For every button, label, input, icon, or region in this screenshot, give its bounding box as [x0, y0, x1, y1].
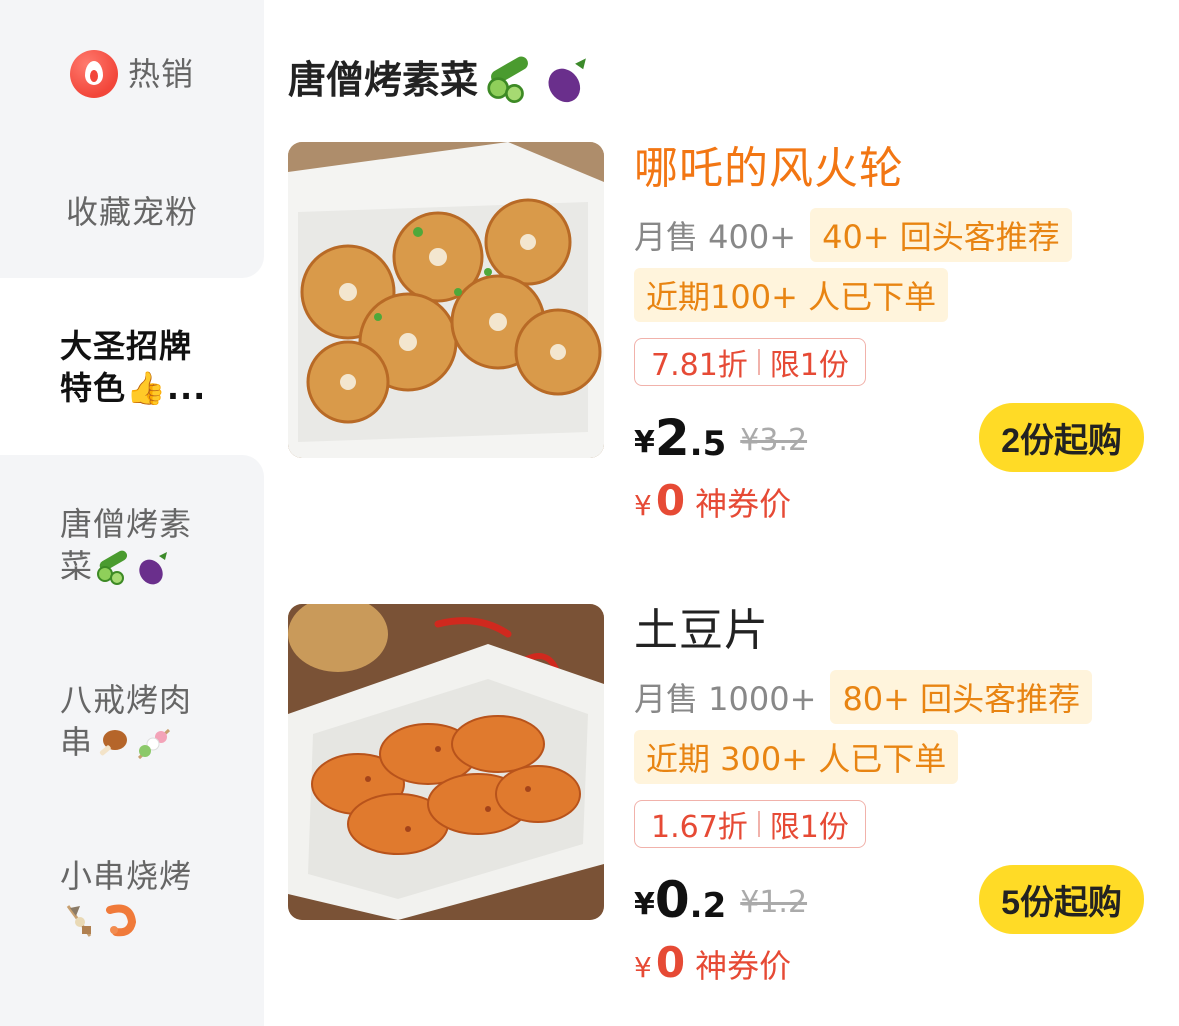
- sidebar-item-meat-skewers[interactable]: 八戒烤肉串: [0, 676, 264, 766]
- sidebar-item-small-skewers[interactable]: 小串烧烤: [0, 852, 264, 942]
- recent-orders-tag: 近期100+ 人已下单: [634, 268, 949, 322]
- eggplant-icon: [548, 58, 586, 103]
- sidebar-item-label: 唐僧烤素菜: [60, 503, 210, 587]
- product-photo: [288, 142, 604, 458]
- repeat-customer-tag: 40+ 回头客推荐: [810, 208, 1072, 262]
- coupon-currency: ¥: [634, 489, 652, 522]
- min-purchase-button[interactable]: 2份起购: [979, 403, 1144, 472]
- original-price: ¥1.2: [740, 885, 808, 920]
- product-image-potato-slices[interactable]: [288, 604, 604, 920]
- price-decimal: .5: [689, 424, 727, 464]
- coupon-price: ¥ 0 神券价: [634, 938, 1144, 987]
- price-decimal: .2: [689, 886, 727, 926]
- price-integer: 0: [654, 871, 690, 929]
- price-row: ¥ 0 .2 ¥1.2 5份起购: [634, 865, 1144, 934]
- min-purchase-button[interactable]: 5份起购: [979, 865, 1144, 934]
- sales-row: 月售 400+ 40+ 回头客推荐: [634, 208, 1144, 262]
- category-sidebar: 热销 收藏宠粉 大圣招牌特色👍... 唐僧烤素菜 八戒烤肉串 小串烧烤: [0, 0, 264, 1026]
- dango-icon: [137, 728, 171, 760]
- recent-orders-row: 近期 300+ 人已下单: [634, 730, 1144, 784]
- product-name[interactable]: 土豆片: [634, 604, 1144, 658]
- currency-symbol: ¥: [634, 425, 655, 460]
- flame-icon: [69, 50, 118, 98]
- currency-symbol: ¥: [634, 887, 655, 922]
- sidebar-item-label: 大圣招牌特色👍...: [60, 327, 207, 407]
- discount-divider: [757, 811, 760, 837]
- discount-rate: 1.67折: [651, 810, 748, 845]
- sidebar-item-favorites[interactable]: 收藏宠粉: [0, 180, 264, 244]
- sidebar-item-label: 收藏宠粉: [65, 193, 198, 231]
- sidebar-item-veggies[interactable]: 唐僧烤素菜: [0, 500, 264, 590]
- coupon-value: 0: [655, 938, 686, 987]
- coupon-label: 神券价: [695, 485, 792, 523]
- product-photo: [288, 604, 604, 920]
- section-title-text: 唐僧烤素菜: [288, 58, 479, 102]
- purchase-limit: 限1份: [769, 348, 849, 383]
- sales-row: 月售 1000+ 80+ 回头客推荐: [634, 670, 1144, 724]
- original-price: ¥3.2: [740, 423, 808, 458]
- coupon-price: ¥ 0 神券价: [634, 476, 1144, 525]
- coupon-currency: ¥: [634, 951, 652, 984]
- recent-orders-row: 近期100+ 人已下单: [634, 268, 1144, 322]
- oden-icon: [66, 905, 92, 937]
- product-info: 哪吒的风火轮 月售 400+ 40+ 回头客推荐 近期100+ 人已下单 7.8…: [634, 142, 1144, 525]
- sidebar-item-label: 热销: [127, 55, 194, 93]
- cucumber-icon: [97, 550, 128, 585]
- purchase-limit: 限1份: [769, 810, 849, 845]
- sidebar-item-hot[interactable]: 热销: [0, 42, 264, 106]
- product-card[interactable]: 哪吒的风火轮 月售 400+ 40+ 回头客推荐 近期100+ 人已下单 7.8…: [288, 142, 1158, 582]
- sidebar-item-label: 八戒烤肉串: [60, 681, 193, 761]
- sidebar-item-label: 小串烧烤: [60, 855, 210, 939]
- drumstick-icon: [99, 730, 128, 756]
- price-integer: 2: [654, 409, 690, 467]
- repeat-customer-tag: 80+ 回头客推荐: [830, 670, 1093, 724]
- discount-badge: 7.81折 限1份: [634, 338, 866, 386]
- coupon-label: 神券价: [695, 947, 792, 985]
- monthly-sales: 月售 1000+: [634, 680, 817, 718]
- product-name[interactable]: 哪吒的风火轮: [634, 142, 1144, 196]
- product-image-lotus-root[interactable]: [288, 142, 604, 458]
- coupon-value: 0: [655, 476, 686, 525]
- product-card[interactable]: 土豆片 月售 1000+ 80+ 回头客推荐 近期 300+ 人已下单 1.67…: [288, 604, 1158, 1026]
- discount-rate: 7.81折: [651, 348, 748, 383]
- cucumber-icon: [487, 56, 528, 103]
- eggplant-icon: [139, 552, 168, 585]
- sidebar-item-signature[interactable]: 大圣招牌特色👍...: [0, 322, 264, 412]
- recent-orders-tag: 近期 300+ 人已下单: [634, 730, 959, 784]
- product-info: 土豆片 月售 1000+ 80+ 回头客推荐 近期 300+ 人已下单 1.67…: [634, 604, 1144, 987]
- section-title: 唐僧烤素菜: [288, 52, 594, 108]
- discount-badge: 1.67折 限1份: [634, 800, 866, 848]
- price-row: ¥ 2 .5 ¥3.2 2份起购: [634, 403, 1144, 472]
- discount-divider: [757, 349, 760, 375]
- monthly-sales: 月售 400+: [634, 218, 797, 256]
- shrimp-icon: [106, 904, 137, 937]
